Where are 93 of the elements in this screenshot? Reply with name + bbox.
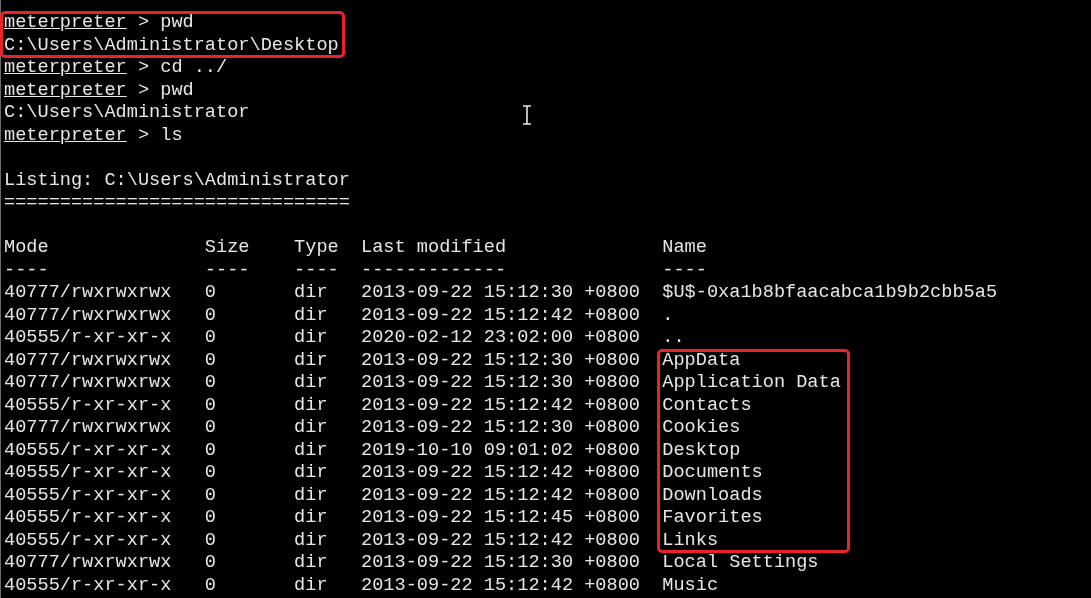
table-cell-text: 0 xyxy=(204,349,217,372)
table-cell-text: 40555/r-xr-xr-x xyxy=(4,327,173,350)
table-cell-text: 2013-09-22 15:12:42 +0800 xyxy=(361,462,641,485)
table-cell: Application Data xyxy=(662,372,841,395)
table-cell-text: 40555/r-xr-xr-x xyxy=(4,394,173,417)
table-cell-text: 2013-09-22 15:12:42 +0800 xyxy=(361,484,641,507)
table-cell: AppData xyxy=(662,349,741,372)
table-cell-text: dir xyxy=(294,372,329,395)
table-cell-text: 0 xyxy=(204,372,217,395)
table-cell-text: 2013-09-22 15:12:30 +0800 xyxy=(361,282,641,305)
table-cell-text: 40777/rwxrwxrwx xyxy=(4,552,173,575)
table-cell-text: dir xyxy=(294,529,329,552)
table-cell-text: 40777/rwxrwxrwx xyxy=(4,372,173,395)
table-cell-text: 2013-09-22 15:12:42 +0800 xyxy=(361,574,641,597)
table-cell-text: dir xyxy=(294,327,329,350)
header-underline: ---- xyxy=(294,259,340,282)
prompt-label: meterpreter xyxy=(4,57,127,78)
table-cell-text: 40777/rwxrwxrwx xyxy=(4,417,173,440)
table-cell-text: 0 xyxy=(204,282,217,305)
table-cell-text: 40555/r-xr-xr-x xyxy=(4,439,173,462)
column-header: Mode xyxy=(4,237,50,260)
table-cell-text: 0 xyxy=(204,484,217,507)
header-underline: ---- xyxy=(204,259,251,282)
header-underline: ---- xyxy=(4,259,50,282)
table-cell-text: 2019-10-10 09:01:02 +0800 xyxy=(361,439,641,462)
table-cell-text: 40777/rwxrwxrwx xyxy=(4,282,173,305)
text-cursor-icon xyxy=(522,105,532,125)
output-text: C:\Users\Administrator xyxy=(4,102,250,123)
table-cell-text: dir xyxy=(294,507,329,530)
table-cell-text: 40555/r-xr-xr-x xyxy=(4,507,173,530)
table-cell: Music xyxy=(662,574,719,597)
table-cell-text: 2013-09-22 15:12:30 +0800 xyxy=(361,552,641,575)
table-cell-text: 40777/rwxrwxrwx xyxy=(4,304,173,327)
table-cell-text: 0 xyxy=(204,304,217,327)
table-cell-text: 0 xyxy=(204,417,217,440)
table-cell-text: dir xyxy=(294,574,329,597)
table-cell-text: dir xyxy=(294,394,329,417)
table-cell-text: 0 xyxy=(204,574,217,597)
table-cell-text: 0 xyxy=(204,327,217,350)
table-cell-text: 2013-09-22 15:12:30 +0800 xyxy=(361,349,641,372)
table-cell-text: dir xyxy=(294,462,329,485)
table-cell-text: 2013-09-22 15:12:45 +0800 xyxy=(361,507,641,530)
command-text: > pwd xyxy=(137,12,194,33)
table-cell-text: 2013-09-22 15:12:30 +0800 xyxy=(361,372,641,395)
table-cell-text: 2013-09-22 15:12:42 +0800 xyxy=(361,529,641,552)
table-cell-text: 2020-02-12 23:02:00 +0800 xyxy=(361,327,641,350)
command-text: > ls xyxy=(137,124,183,146)
table-cell: Documents xyxy=(662,462,763,485)
separator-rule: =============================== xyxy=(4,192,350,213)
table-cell: . xyxy=(662,304,674,327)
command-text: > pwd xyxy=(137,79,194,101)
table-cell-text: 0 xyxy=(204,552,217,575)
header-underline: ---- xyxy=(662,259,707,282)
prompt-label: meterpreter xyxy=(4,124,127,146)
table-cell-text: 40777/rwxrwxrwx xyxy=(4,349,173,372)
table-cell-text: 2013-09-22 15:12:42 +0800 xyxy=(361,304,641,327)
table-cell: Contacts xyxy=(662,394,752,417)
table-cell-text: 40555/r-xr-xr-x xyxy=(4,462,173,485)
output-text: C:\Users\Administrator\Desktop xyxy=(4,34,339,56)
table-cell: .. xyxy=(662,327,685,350)
table-cell-text: 0 xyxy=(204,394,217,417)
table-cell-text: dir xyxy=(294,282,329,305)
table-cell: Local Settings xyxy=(662,552,819,575)
table-cell-text: dir xyxy=(294,552,329,575)
table-cell-text: 0 xyxy=(204,529,217,552)
table-cell-text: dir xyxy=(294,417,329,440)
prompt-label: meterpreter xyxy=(4,12,127,33)
column-header: Name xyxy=(662,237,707,260)
table-cell: $U$-0xa1b8bfaacabca1b9b2cbb5a5 xyxy=(662,282,998,305)
table-cell: Downloads xyxy=(662,484,763,507)
header-underline: ------------- xyxy=(361,259,508,282)
table-cell-text: dir xyxy=(294,484,329,507)
table-cell-text: 0 xyxy=(204,439,217,462)
command-text: > cd ../ xyxy=(137,57,228,78)
table-cell-text: 40555/r-xr-xr-x xyxy=(4,529,173,552)
table-cell-text: dir xyxy=(294,439,329,462)
table-cell-text: 0 xyxy=(204,507,217,530)
column-header: Last modified xyxy=(361,237,508,260)
column-header: Type xyxy=(294,237,340,260)
listing-title: Listing: C:\Users\Administrator xyxy=(4,169,350,191)
table-cell-text: dir xyxy=(294,349,329,372)
table-cell: Cookies xyxy=(662,417,741,440)
table-cell-text: 2013-09-22 15:12:30 +0800 xyxy=(361,417,641,440)
table-cell-text: 40555/r-xr-xr-x xyxy=(4,484,173,507)
table-cell: Desktop xyxy=(662,439,741,462)
table-cell-text: dir xyxy=(294,304,329,327)
table-cell-text: 2013-09-22 15:12:42 +0800 xyxy=(361,394,641,417)
table-cell-text: 40555/r-xr-xr-x xyxy=(4,574,173,597)
prompt-label: meterpreter xyxy=(4,79,127,101)
column-header: Size xyxy=(204,237,251,260)
table-cell: Favorites xyxy=(662,507,763,530)
table-cell: Links xyxy=(662,529,719,552)
table-cell-text: 0 xyxy=(204,462,217,485)
